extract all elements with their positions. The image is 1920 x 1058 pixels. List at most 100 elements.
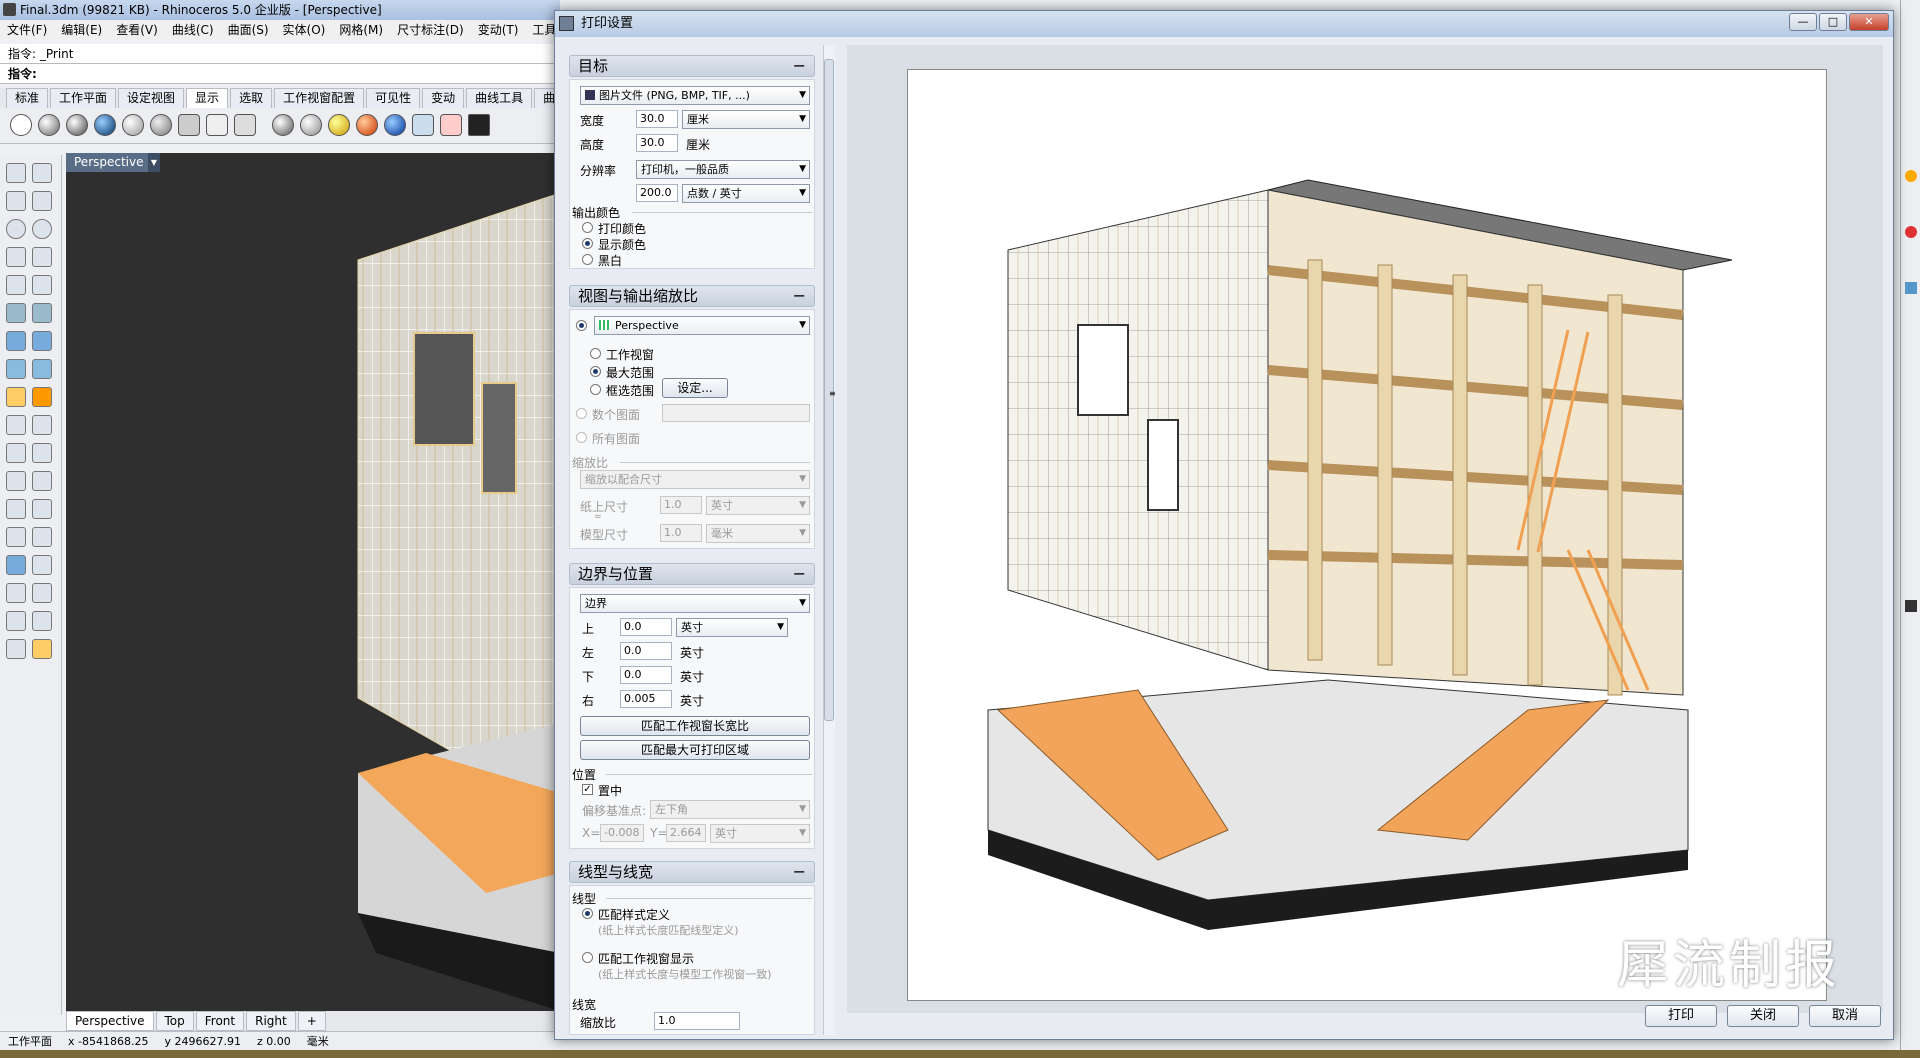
shaded-icon[interactable] bbox=[38, 114, 60, 136]
rotate-icon[interactable] bbox=[6, 443, 26, 463]
sphere-grid-icon[interactable] bbox=[272, 114, 294, 136]
radio-display-color[interactable] bbox=[582, 238, 593, 249]
menu-curve[interactable]: 曲线(C) bbox=[165, 20, 221, 40]
radio-black-white[interactable] bbox=[582, 254, 593, 265]
radio-print-color[interactable] bbox=[582, 222, 593, 233]
tab-visibility[interactable]: 可见性 bbox=[366, 88, 421, 108]
arc-icon[interactable] bbox=[6, 247, 26, 267]
scale-icon[interactable] bbox=[32, 471, 52, 491]
view-select[interactable]: Perspective ▼ bbox=[594, 316, 810, 335]
margin-mode-select[interactable]: 边界 ▼ bbox=[580, 594, 810, 613]
paper-size-unit-select[interactable]: 英寸 ▼ bbox=[706, 496, 810, 515]
menu-transform[interactable]: 变动(T) bbox=[471, 20, 526, 40]
circle-icon[interactable] bbox=[6, 219, 26, 239]
camera-icon[interactable] bbox=[384, 114, 406, 136]
radio-all-pages[interactable] bbox=[576, 432, 587, 443]
rendered-icon[interactable] bbox=[66, 114, 88, 136]
paper-size-input[interactable]: 1.0 bbox=[660, 496, 702, 514]
width-input[interactable]: 30.0 bbox=[636, 110, 678, 128]
model-size-input[interactable]: 1.0 bbox=[660, 524, 702, 542]
collapse-target-icon[interactable]: − bbox=[793, 56, 806, 76]
boolean-icon[interactable] bbox=[32, 331, 52, 351]
set-window-button[interactable]: 设定... bbox=[662, 378, 728, 398]
section-linetype-header[interactable]: 线型与线宽 − bbox=[569, 861, 815, 883]
margin-bottom-input[interactable]: 0.0 bbox=[620, 666, 672, 684]
menu-file[interactable]: 文件(F) bbox=[0, 20, 54, 40]
panel-camera-icon[interactable] bbox=[1905, 600, 1917, 612]
linetype-scale-input[interactable]: 1.0 bbox=[654, 1012, 740, 1030]
tab-viewport-layout[interactable]: 工作视窗配置 bbox=[274, 88, 365, 108]
render-icon[interactable] bbox=[6, 611, 26, 631]
model-size-unit-select[interactable]: 毫米 ▼ bbox=[706, 524, 810, 543]
y-offset-input[interactable]: 2.664 bbox=[666, 824, 706, 842]
radio-area-viewport[interactable] bbox=[590, 348, 601, 359]
tab-standard[interactable]: 标准 bbox=[6, 88, 49, 108]
trim-icon[interactable] bbox=[6, 415, 26, 435]
viewport-tab-front[interactable]: Front bbox=[195, 1011, 245, 1031]
loft-icon[interactable] bbox=[32, 303, 52, 323]
margin-right-input[interactable]: 0.005 bbox=[620, 690, 672, 708]
scale-mode-select[interactable]: 缩放以配合尺寸 ▼ bbox=[580, 470, 810, 489]
tab-transform[interactable]: 变动 bbox=[422, 88, 465, 108]
viewport-title-tab[interactable]: Perspective bbox=[66, 153, 160, 172]
menu-dimension[interactable]: 尺寸标注(D) bbox=[390, 20, 471, 40]
print-button[interactable]: 打印 bbox=[1645, 1005, 1717, 1027]
move-icon[interactable] bbox=[6, 471, 26, 491]
destination-type-select[interactable]: 图片文件 (PNG, BMP, TIF, ...) ▼ bbox=[580, 86, 810, 105]
minimize-button[interactable]: — bbox=[1789, 13, 1817, 31]
select-arrow-icon[interactable] bbox=[6, 163, 26, 183]
fillet-icon[interactable] bbox=[32, 275, 52, 295]
curve-icon[interactable] bbox=[32, 191, 52, 211]
text-icon[interactable] bbox=[6, 499, 26, 519]
perspective-viewport[interactable] bbox=[66, 153, 561, 1011]
point-icon[interactable] bbox=[32, 163, 52, 183]
width-unit-select[interactable]: 厘米 ▼ bbox=[682, 110, 810, 129]
paint-icon[interactable] bbox=[32, 639, 52, 659]
radio-area-window[interactable] bbox=[590, 384, 601, 395]
pen-icon[interactable] bbox=[206, 114, 228, 136]
xray-icon[interactable] bbox=[122, 114, 144, 136]
properties-icon[interactable] bbox=[32, 583, 52, 603]
viewport-tab-right[interactable]: Right bbox=[246, 1011, 296, 1031]
isocurve-icon[interactable] bbox=[234, 114, 256, 136]
height-input[interactable]: 30.0 bbox=[636, 134, 678, 152]
add-viewport-tab-button[interactable]: + bbox=[297, 1011, 326, 1031]
split-icon[interactable] bbox=[32, 387, 52, 407]
box-icon[interactable] bbox=[6, 331, 26, 351]
join-icon[interactable] bbox=[32, 415, 52, 435]
panel-layers-icon[interactable] bbox=[1905, 282, 1917, 294]
menu-surface[interactable]: 曲面(S) bbox=[221, 20, 276, 40]
margin-top-input[interactable]: 0.0 bbox=[620, 618, 672, 636]
margin-unit-select[interactable]: 英寸 ▼ bbox=[676, 618, 788, 637]
tab-set-view[interactable]: 设定视图 bbox=[118, 88, 185, 108]
wireframe-icon[interactable] bbox=[10, 114, 32, 136]
grid-icon[interactable] bbox=[32, 555, 52, 575]
dimension-icon[interactable] bbox=[32, 499, 52, 519]
radio-view-source[interactable] bbox=[576, 320, 587, 331]
viewport-tab-top[interactable]: Top bbox=[155, 1011, 194, 1031]
menu-mesh[interactable]: 网格(M) bbox=[332, 20, 390, 40]
section-view-header[interactable]: 视图与输出缩放比 − bbox=[569, 285, 815, 307]
polygon-icon[interactable] bbox=[6, 275, 26, 295]
resolution-preset-select[interactable]: 打印机，一般品质 ▼ bbox=[636, 160, 810, 179]
tab-select[interactable]: 选取 bbox=[230, 88, 273, 108]
artistic-icon[interactable] bbox=[178, 114, 200, 136]
sphere-red-icon[interactable] bbox=[356, 114, 378, 136]
radio-match-viewport[interactable] bbox=[582, 952, 593, 963]
viewport-menu-arrow-icon[interactable]: ▼ bbox=[148, 153, 160, 172]
collapse-margins-icon[interactable]: − bbox=[793, 564, 806, 584]
cylinder-icon[interactable] bbox=[6, 359, 26, 379]
array-icon[interactable] bbox=[32, 443, 52, 463]
tab-cplanes[interactable]: 工作平面 bbox=[50, 88, 117, 108]
offset-select[interactable]: 左下角 ▼ bbox=[650, 800, 810, 819]
close-window-button[interactable]: ✕ bbox=[1849, 13, 1889, 31]
analyze-icon[interactable] bbox=[6, 639, 26, 659]
menu-edit[interactable]: 编辑(E) bbox=[54, 20, 109, 40]
sphere-white-icon[interactable] bbox=[300, 114, 322, 136]
polyline-icon[interactable] bbox=[6, 191, 26, 211]
section-margins-header[interactable]: 边界与位置 − bbox=[569, 563, 815, 585]
section-target-header[interactable]: 目标 − bbox=[569, 55, 815, 77]
xy-unit-select[interactable]: 英寸 ▼ bbox=[710, 824, 810, 843]
close-button[interactable]: 关闭 bbox=[1727, 1005, 1799, 1027]
ellipse-icon[interactable] bbox=[32, 219, 52, 239]
